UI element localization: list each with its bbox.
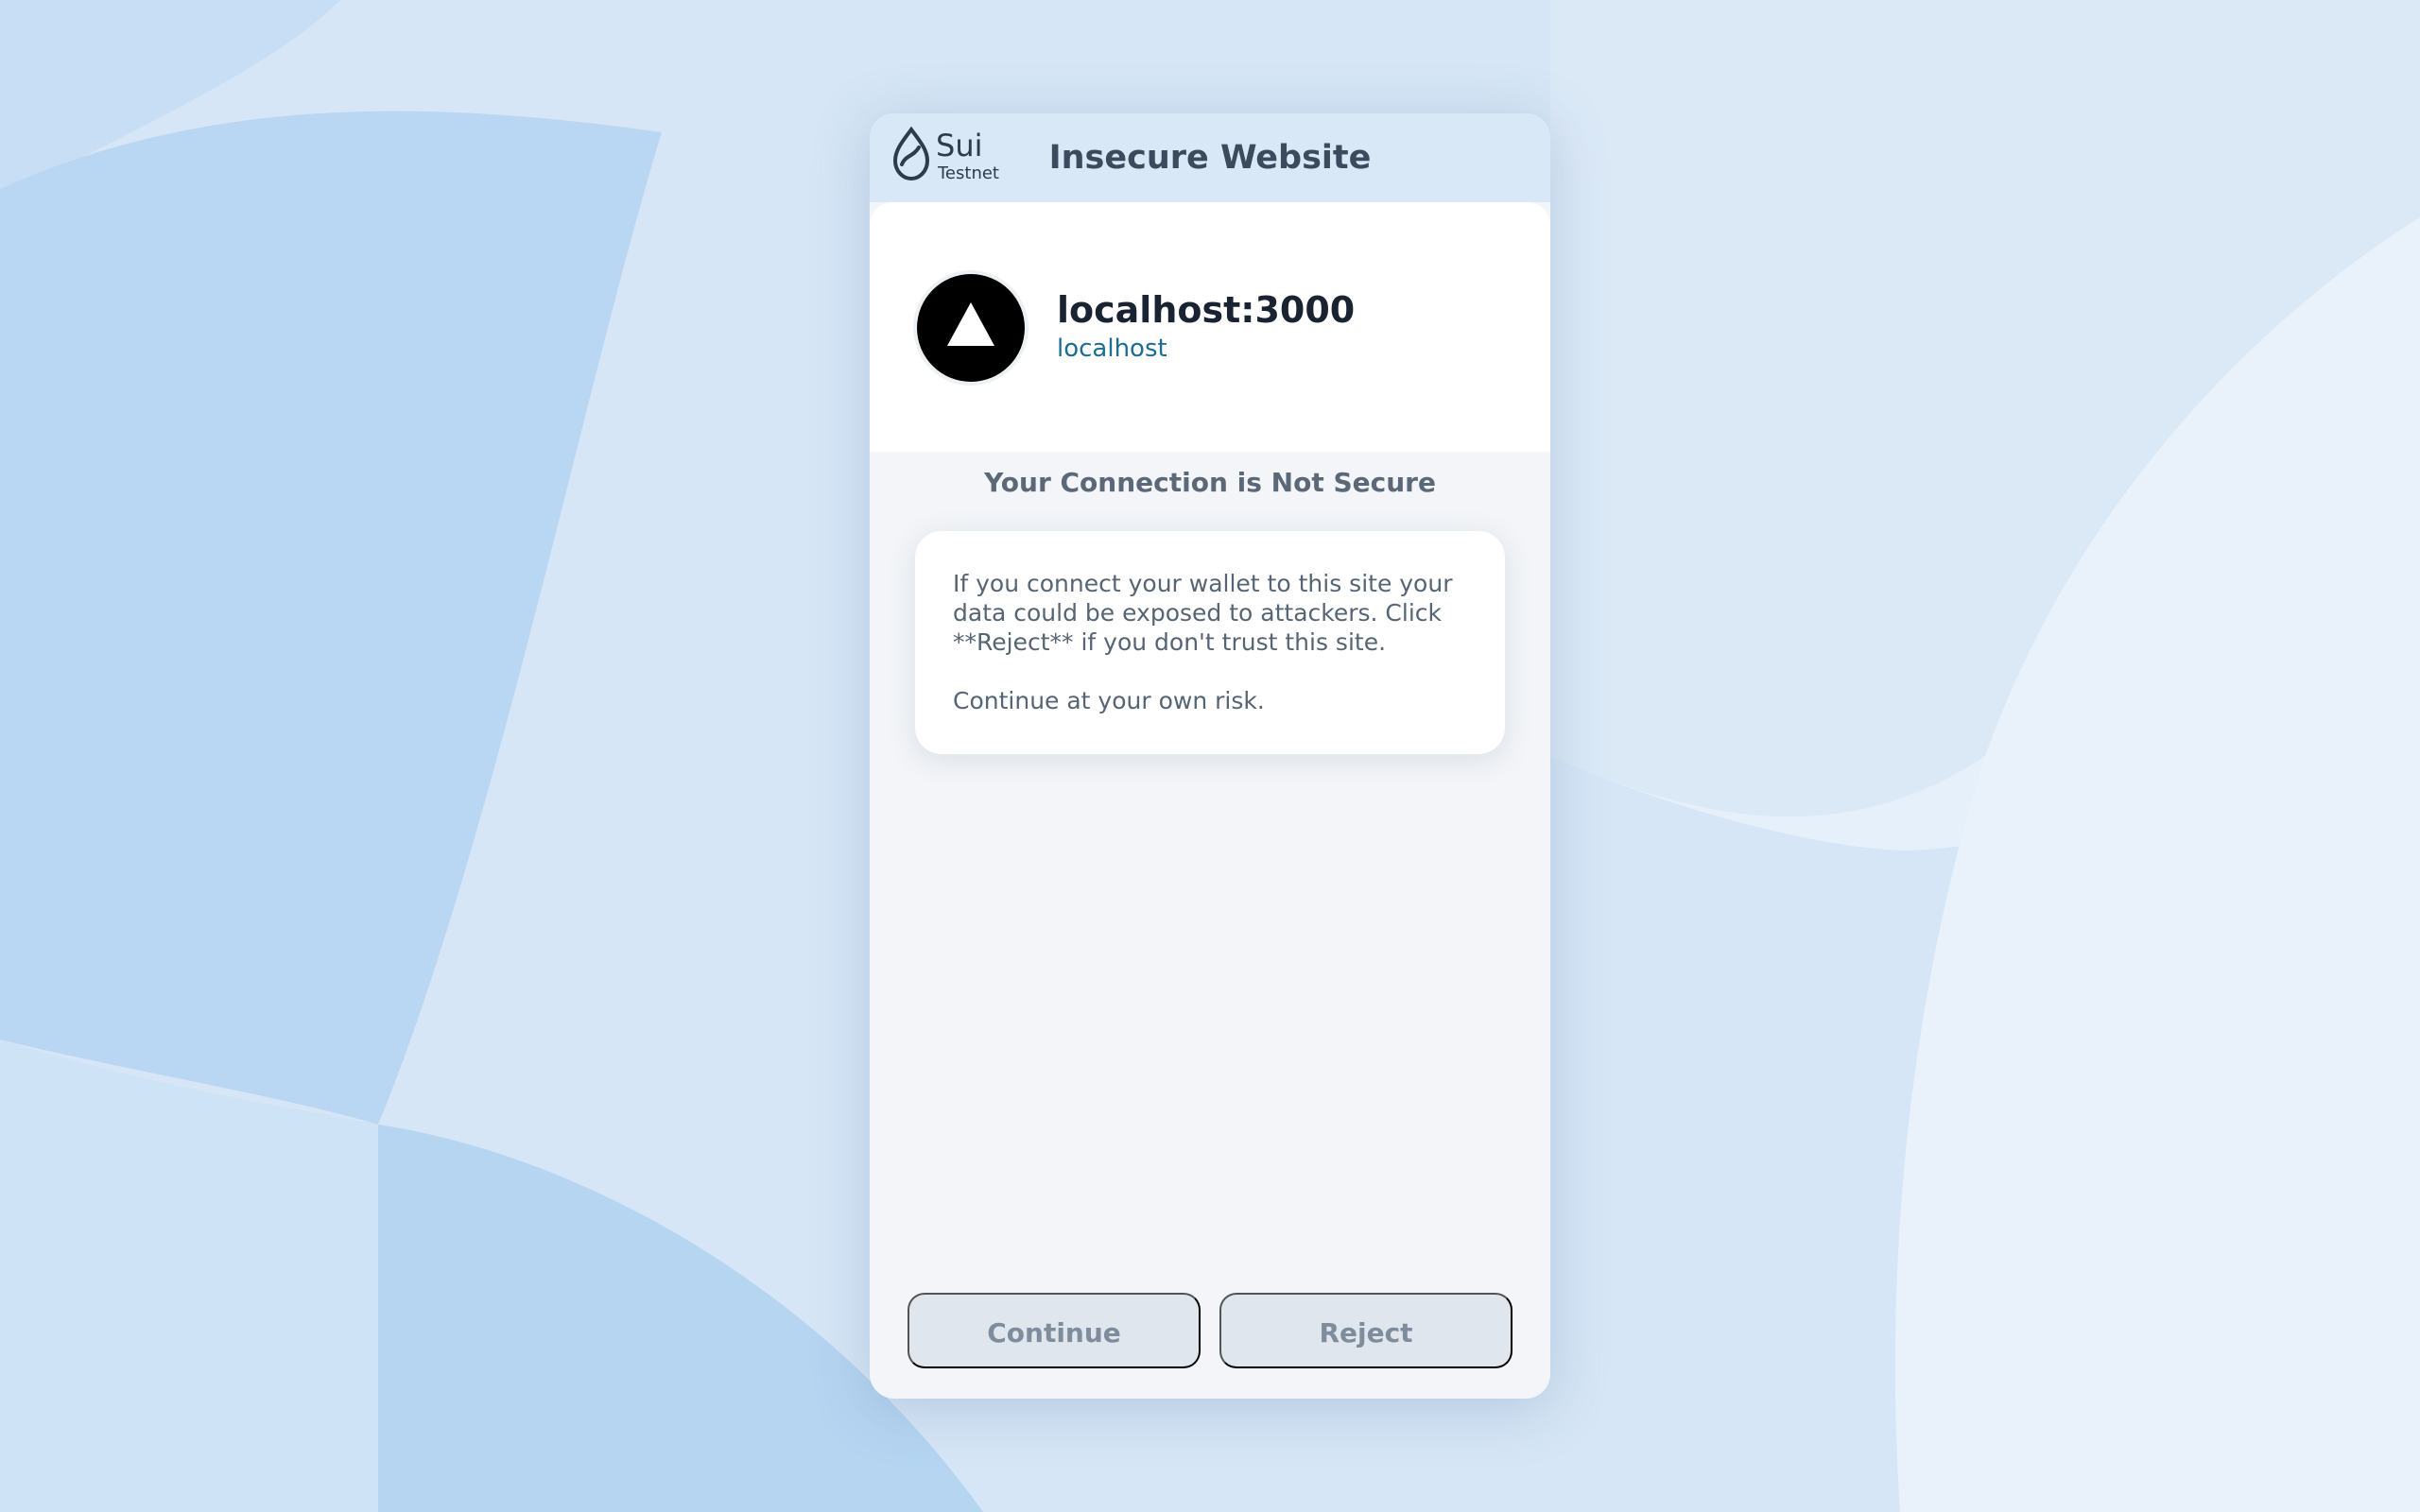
warning-note: Continue at your own risk. bbox=[953, 687, 1265, 714]
warning-message: If you connect your wallet to this site … bbox=[953, 570, 1453, 656]
warning-title: Your Connection is Not Secure bbox=[984, 467, 1436, 498]
continue-button[interactable]: Continue bbox=[908, 1293, 1201, 1368]
wallet-popup: Sui Testnet Insecure Website localhost:3… bbox=[870, 113, 1550, 1399]
reject-button[interactable]: Reject bbox=[1219, 1293, 1512, 1368]
site-avatar bbox=[913, 270, 1028, 386]
site-name: localhost:3000 bbox=[1057, 289, 1356, 331]
triangle-logo-icon bbox=[947, 302, 994, 346]
warning-card: If you connect your wallet to this site … bbox=[915, 531, 1505, 754]
site-info-card: localhost:3000 localhost bbox=[870, 202, 1550, 452]
site-host: localhost bbox=[1057, 335, 1167, 363]
page-title: Insecure Website bbox=[1048, 139, 1372, 177]
site-avatar-circle bbox=[917, 274, 1025, 382]
popup-header: Sui Testnet Insecure Website bbox=[870, 113, 1550, 202]
